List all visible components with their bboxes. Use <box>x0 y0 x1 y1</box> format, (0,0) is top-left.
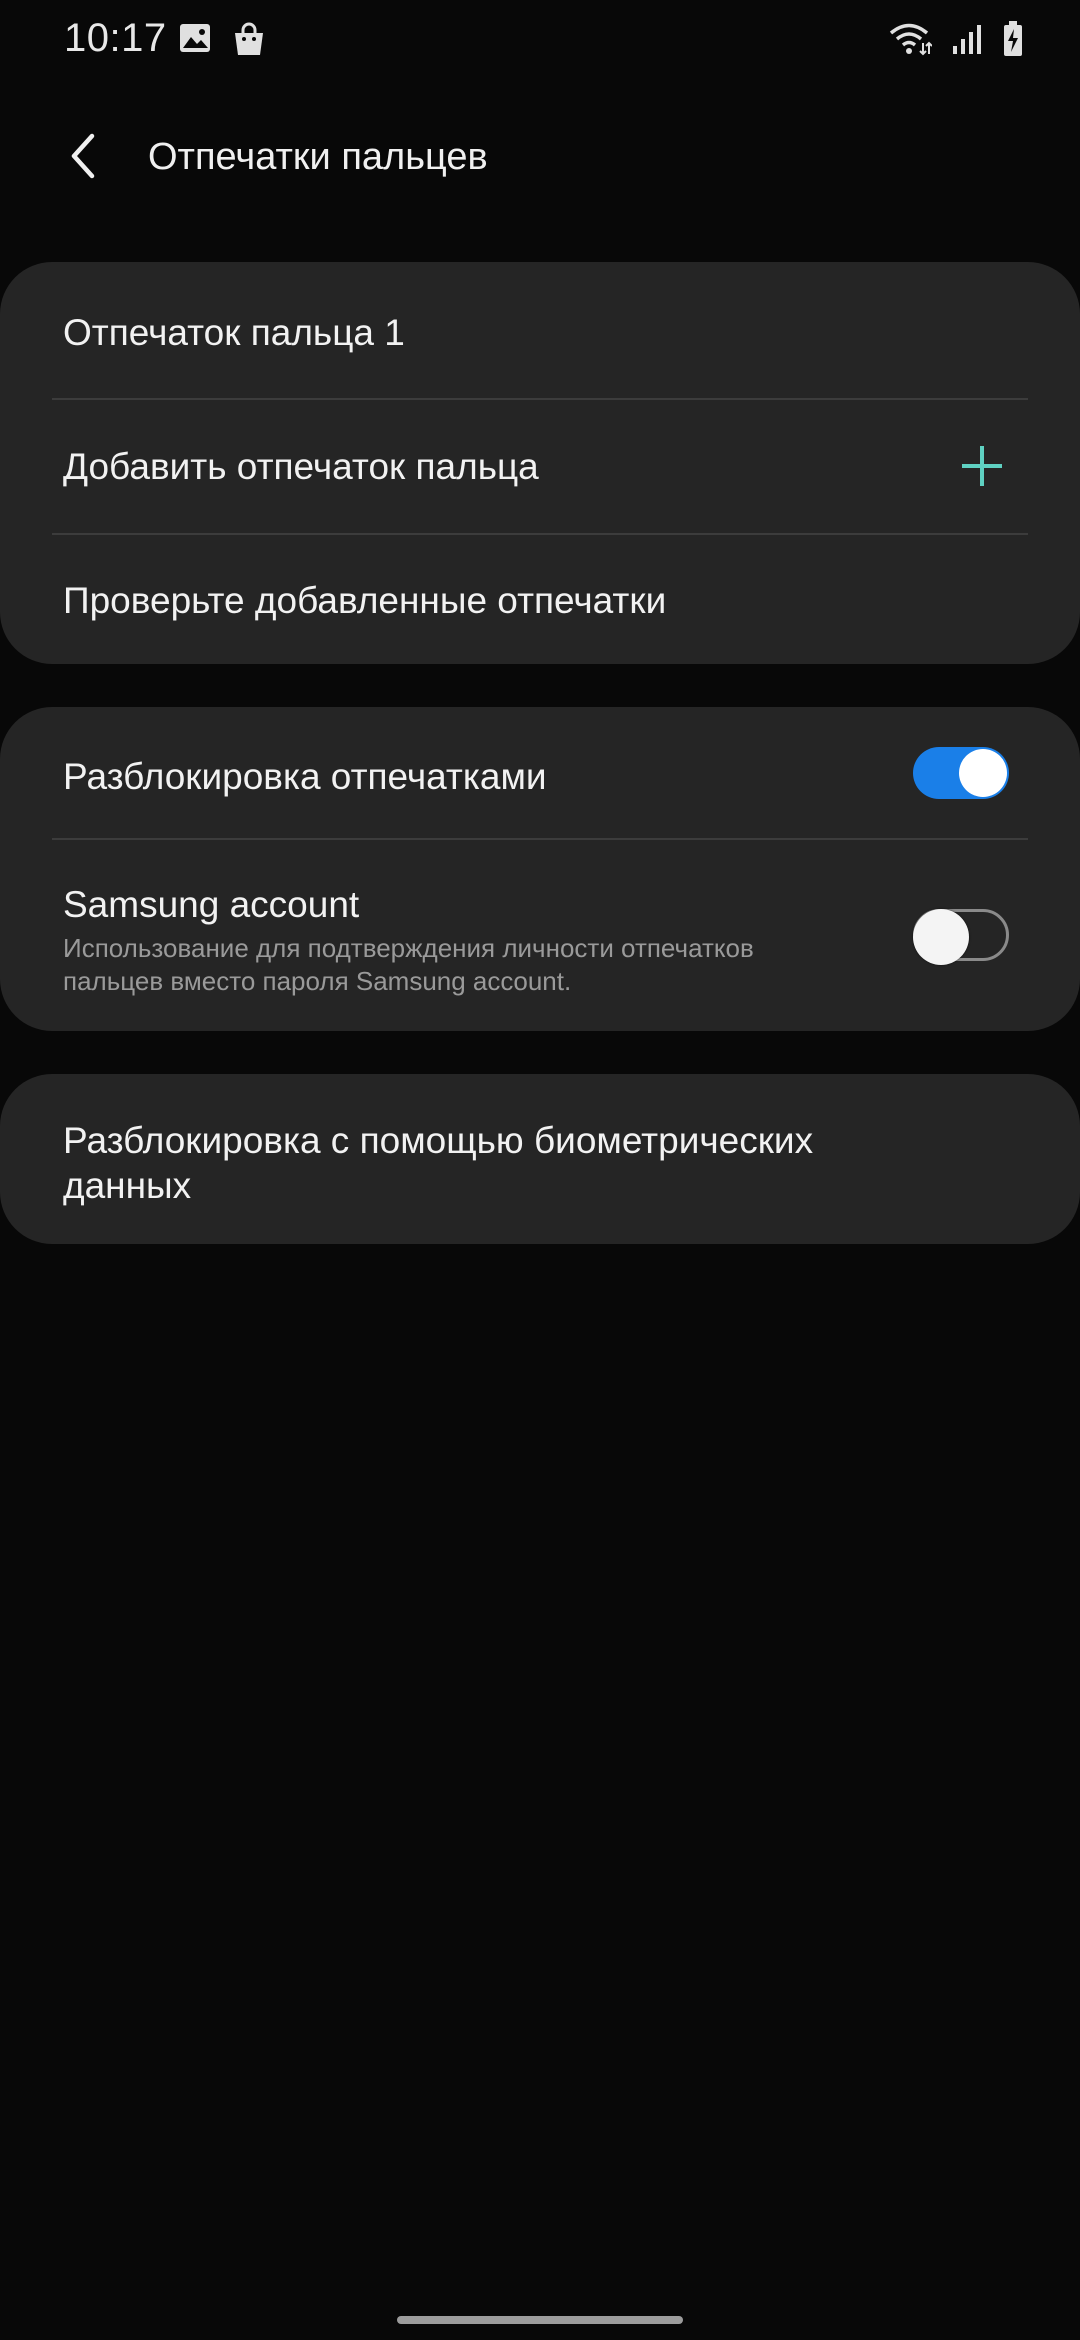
biometric-unlock-item[interactable]: Разблокировка с помощью биометрических д… <box>0 1074 1080 1244</box>
toggle-knob <box>959 749 1007 797</box>
status-time: 10:17 <box>64 16 167 60</box>
description-line-1: Использование для подтверждения личности… <box>63 933 754 963</box>
signal-icon <box>950 22 984 61</box>
wifi-icon <box>888 21 933 62</box>
gallery-icon <box>178 22 214 63</box>
biometric-unlock-label: Разблокировка с помощью биометрических д… <box>63 1118 813 1208</box>
description-line-2: пальцев вместо пароля Samsung account. <box>63 966 572 996</box>
battery-charging-icon <box>1002 20 1024 63</box>
page-title: Отпечатки пальцев <box>148 136 488 178</box>
samsung-account-toggle[interactable] <box>913 909 1009 965</box>
status-left-icons <box>178 22 266 63</box>
samsung-account-description: Использование для подтверждения личности… <box>63 932 843 998</box>
fingerprint-unlock-toggle[interactable] <box>913 747 1009 799</box>
toggle-knob <box>913 909 969 965</box>
shopping-bag-icon <box>232 22 266 63</box>
plus-icon[interactable] <box>960 444 1004 488</box>
biometric-line-2: данных <box>63 1165 192 1206</box>
add-fingerprint-label: Добавить отпечаток пальца <box>63 446 539 487</box>
back-button[interactable] <box>52 124 116 188</box>
status-right-icons <box>888 20 1024 63</box>
home-indicator[interactable] <box>397 2316 683 2324</box>
check-fingerprints-label: Проверьте добавленные отпечатки <box>63 580 667 621</box>
biometric-line-1: Разблокировка с помощью биометрических <box>63 1120 814 1161</box>
status-bar: 10:17 <box>0 0 1080 84</box>
check-fingerprints-item[interactable]: Проверьте добавленные отпечатки <box>0 535 1080 664</box>
add-fingerprint-item[interactable]: Добавить отпечаток пальца <box>0 400 1080 534</box>
list-item-fingerprint-1[interactable]: Отпечаток пальца 1 <box>0 262 1080 398</box>
fingerprint-1-label: Отпечаток пальца 1 <box>63 312 405 353</box>
chevron-left-icon <box>71 133 95 179</box>
fingerprint-unlock-label: Разблокировка отпечатками <box>63 756 547 797</box>
samsung-account-label: Samsung account <box>63 884 360 925</box>
app-header: Отпечатки пальцев <box>0 110 1080 206</box>
